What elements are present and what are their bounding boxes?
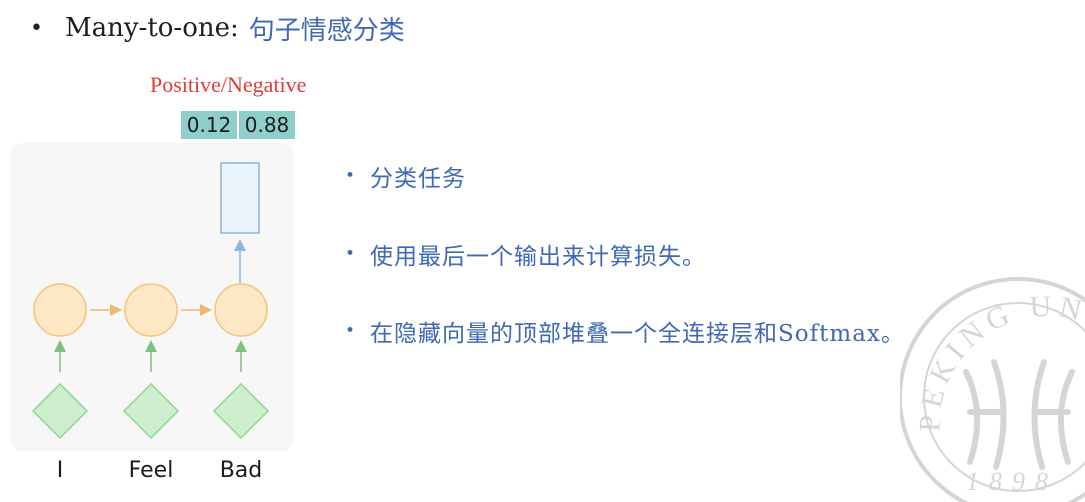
input-node-1 xyxy=(31,382,89,440)
bullet-text: 分类任务 xyxy=(370,166,467,192)
output-layer-box xyxy=(220,162,260,234)
bullet-item-3: • 在隐藏向量的顶部堆叠一个全连接层和Softmax。 xyxy=(345,313,905,349)
bullet-text: 使用最后一个输出来计算损失。 xyxy=(370,244,707,270)
hidden-state-2 xyxy=(124,283,178,337)
hidden-state-1 xyxy=(33,283,87,337)
bullet-item-2: • 使用最后一个输出来计算损失。 xyxy=(345,236,706,272)
input-word-3: Bad xyxy=(219,458,263,483)
hidden-state-3 xyxy=(214,283,268,337)
input-node-2 xyxy=(122,382,180,440)
bullet-dot: • xyxy=(345,166,357,186)
bullet-dot: • xyxy=(345,321,357,341)
input-word-1: I xyxy=(56,458,64,483)
input-node-3 xyxy=(212,382,270,440)
university-seal-watermark: PEKING UNIV 1898 xyxy=(900,262,1085,502)
bullet-dot: • xyxy=(345,244,357,264)
bullet-item-1: • 分类任务 xyxy=(345,158,466,194)
input-word-2: Feel xyxy=(128,458,174,483)
seal-year: 1898 xyxy=(966,467,1058,496)
bullet-text: 在隐藏向量的顶部堆叠一个全连接层和Softmax。 xyxy=(370,321,905,347)
